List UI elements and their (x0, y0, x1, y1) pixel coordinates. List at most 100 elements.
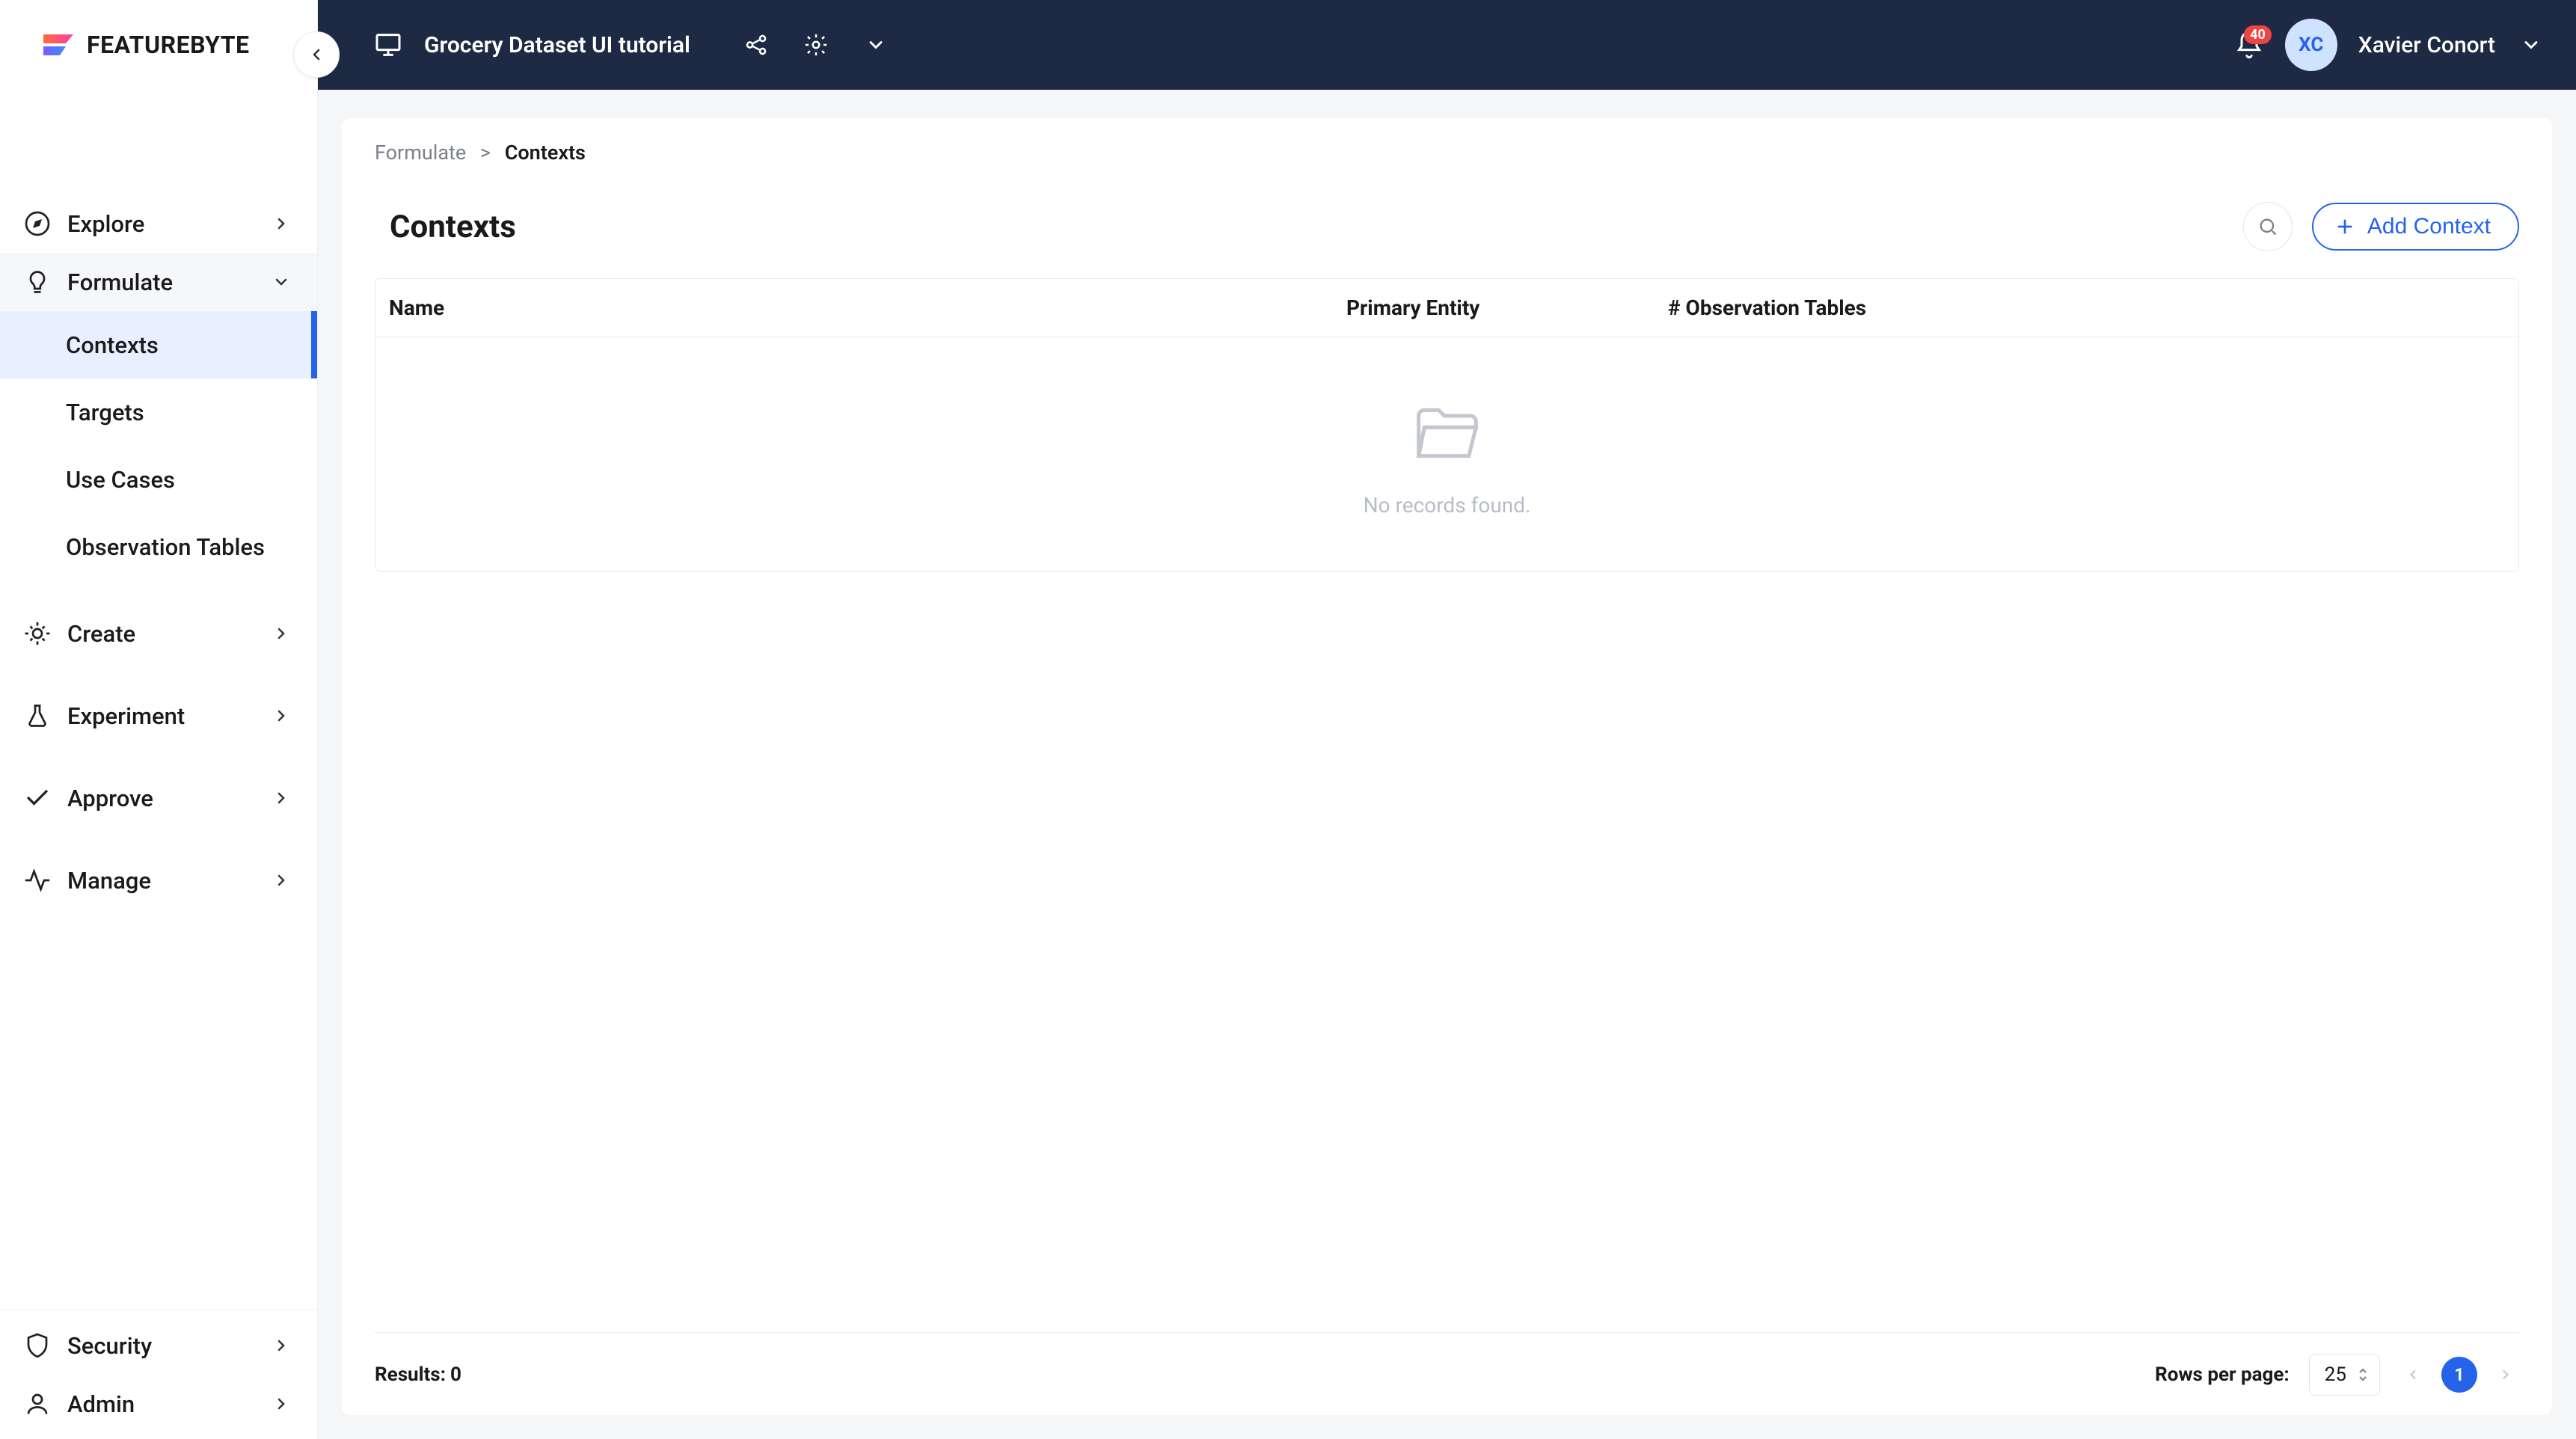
sidebar-subitem-label: Observation Tables (66, 533, 265, 561)
results-count: 0 (450, 1363, 461, 1386)
project-dropdown[interactable] (861, 30, 891, 60)
breadcrumb-current: Contexts (505, 141, 586, 165)
sidebar-submenu-formulate: Contexts Targets Use Cases Observation T… (0, 311, 317, 580)
chevron-right-icon (272, 1337, 290, 1354)
notification-badge: 40 (2244, 25, 2272, 44)
main-nav: Explore Formulate Contexts Targets Use C… (0, 90, 317, 1310)
footer-right: Rows per page: 25 1 (2155, 1354, 2519, 1396)
settings-button[interactable] (801, 30, 831, 60)
sidebar-subitem-observation-tables[interactable]: Observation Tables (0, 513, 317, 580)
breadcrumb-parent[interactable]: Formulate (375, 141, 466, 165)
pager-current-page[interactable]: 1 (2441, 1357, 2477, 1393)
rows-per-page-label: Rows per page: (2155, 1363, 2290, 1386)
sidebar-subitem-label: Contexts (66, 331, 159, 359)
notifications-button[interactable]: 40 (2234, 30, 2264, 60)
sidebar-item-label: Formulate (67, 269, 272, 296)
chevron-right-icon (272, 625, 290, 642)
table-footer: Results: 0 Rows per page: 25 1 (375, 1332, 2519, 1396)
sidebar-subitem-label: Use Cases (66, 466, 175, 494)
chevron-left-icon (2405, 1367, 2420, 1382)
sidebar-subitem-targets[interactable]: Targets (0, 378, 317, 446)
user-name: Xavier Conort (2358, 32, 2495, 58)
logo-area: FEATUREBYTE (0, 0, 317, 90)
page-head: Contexts Add Context (375, 202, 2519, 251)
pager-prev[interactable] (2399, 1361, 2426, 1388)
sidebar-item-label: Security (67, 1332, 272, 1360)
column-header-primary-entity[interactable]: Primary Entity (1333, 279, 1655, 337)
sidebar-item-admin[interactable]: Admin (0, 1375, 317, 1433)
empty-state: No records found. (375, 337, 2518, 571)
compass-icon (22, 209, 52, 239)
header-right: 40 XC Xavier Conort (2234, 19, 2546, 71)
chevron-right-icon (272, 789, 290, 807)
search-icon (2257, 216, 2278, 237)
empty-folder-icon (1413, 403, 1482, 463)
sidebar-item-experiment[interactable]: Experiment (0, 687, 317, 745)
chevron-right-icon (272, 871, 290, 889)
column-header-observation-tables[interactable]: # Observation Tables (1655, 279, 2518, 337)
sidebar-subitem-contexts[interactable]: Contexts (0, 311, 317, 378)
sidebar-item-create[interactable]: Create (0, 604, 317, 663)
sidebar-item-approve[interactable]: Approve (0, 769, 317, 827)
sidebar-item-label: Create (67, 620, 272, 648)
breadcrumb: Formulate > Contexts (375, 141, 2519, 165)
rows-per-page-select[interactable]: 25 (2309, 1354, 2380, 1396)
user-avatar[interactable]: XC (2285, 19, 2337, 71)
flask-icon (22, 701, 52, 731)
sidebar-item-label: Approve (67, 785, 272, 812)
check-icon (22, 783, 52, 813)
pager-next[interactable] (2492, 1361, 2519, 1388)
sidebar-subitem-label: Targets (66, 399, 144, 426)
activity-icon (22, 865, 52, 895)
pagination: 1 (2399, 1357, 2519, 1393)
top-header: Grocery Dataset UI tutorial 40 (318, 0, 2576, 90)
page-title: Contexts (390, 209, 2243, 245)
results-label: Results: (375, 1363, 446, 1386)
search-button[interactable] (2243, 202, 2293, 251)
add-context-label: Add Context (2367, 214, 2491, 239)
sidebar-item-formulate[interactable]: Formulate (0, 253, 317, 311)
monitor-icon (373, 30, 403, 60)
sidebar-item-label: Experiment (67, 702, 272, 730)
content-outer: Formulate > Contexts Contexts Add Contex… (318, 90, 2576, 1439)
sidebar: FEATUREBYTE Explore Formulate (0, 0, 318, 1439)
table-header-row: Name Primary Entity # Observation Tables (375, 279, 2518, 337)
chevron-right-icon (272, 1395, 290, 1413)
chevron-right-icon (2498, 1367, 2513, 1382)
plus-icon (2334, 216, 2355, 237)
user-icon (22, 1389, 52, 1419)
sidebar-bottom-nav: Security Admin (0, 1310, 317, 1439)
sidebar-item-explore[interactable]: Explore (0, 194, 317, 253)
sidebar-item-label: Admin (67, 1390, 272, 1418)
chevron-left-icon (307, 46, 325, 64)
share-button[interactable] (741, 30, 771, 60)
sidebar-item-label: Explore (67, 210, 272, 238)
chevron-down-icon (272, 273, 290, 291)
gear-icon (803, 32, 829, 58)
shield-icon (22, 1331, 52, 1360)
bulb-icon (22, 267, 52, 297)
sidebar-item-manage[interactable]: Manage (0, 851, 317, 909)
brand-name: FEATUREBYTE (87, 31, 250, 59)
chevron-right-icon (272, 707, 290, 725)
user-dropdown[interactable] (2516, 30, 2546, 60)
column-header-name[interactable]: Name (375, 279, 1333, 337)
share-icon (743, 32, 769, 58)
sidebar-subitem-use-cases[interactable]: Use Cases (0, 446, 317, 513)
project-icon[interactable] (373, 30, 403, 60)
context-table: Name Primary Entity # Observation Tables… (375, 278, 2519, 572)
sidebar-item-label: Manage (67, 867, 272, 895)
brand-mark-icon (37, 27, 81, 63)
select-arrows-icon (2357, 1366, 2369, 1383)
header-left: Grocery Dataset UI tutorial (373, 30, 891, 60)
add-context-button[interactable]: Add Context (2312, 203, 2519, 251)
idea-icon (22, 619, 52, 648)
chevron-right-icon (272, 215, 290, 233)
collapse-sidebar-button[interactable] (293, 31, 340, 78)
empty-state-text: No records found. (1364, 493, 1531, 518)
project-name: Grocery Dataset UI tutorial (424, 32, 690, 58)
brand-logo[interactable]: FEATUREBYTE (37, 27, 250, 63)
sidebar-item-security[interactable]: Security (0, 1316, 317, 1375)
content-card: Formulate > Contexts Contexts Add Contex… (342, 118, 2552, 1415)
header-actions (741, 30, 891, 60)
